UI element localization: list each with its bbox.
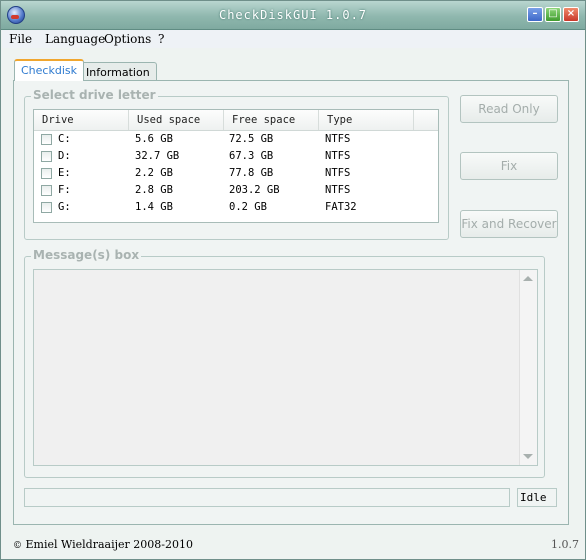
copyright-icon: © xyxy=(13,541,22,551)
app-window: CheckDiskGUI 1.0.7 – □ × File Language O… xyxy=(0,0,586,560)
drive-letter: D: xyxy=(58,150,71,162)
column-used-space[interactable]: Used space xyxy=(129,110,224,130)
column-free-space[interactable]: Free space xyxy=(224,110,319,130)
fs-type: FAT32 xyxy=(325,201,357,213)
used-space: 2.2 GB xyxy=(135,167,173,179)
free-space: 203.2 GB xyxy=(229,184,280,196)
drive-group-legend: Select drive letter xyxy=(31,88,158,102)
title-bar[interactable]: CheckDiskGUI 1.0.7 – □ × xyxy=(1,1,585,30)
copyright-line: © Emiel Wieldraaijer 2008-2010 xyxy=(13,538,193,551)
menu-file[interactable]: File xyxy=(9,32,32,46)
tab-information[interactable]: Information xyxy=(79,62,157,81)
checkdisk-panel: Select drive letter Drive Used space Fre… xyxy=(13,80,569,525)
drive-letter: G: xyxy=(58,201,71,213)
column-drive[interactable]: Drive xyxy=(34,110,129,130)
drive-checkbox[interactable] xyxy=(41,185,52,196)
drive-letter: F: xyxy=(58,184,71,196)
drive-letter: E: xyxy=(58,167,71,179)
scroll-up-icon[interactable] xyxy=(523,276,533,281)
drive-letter: C: xyxy=(58,133,71,145)
drive-list-header: Drive Used space Free space Type xyxy=(34,110,438,131)
maximize-button[interactable]: □ xyxy=(545,7,561,22)
used-space: 5.6 GB xyxy=(135,133,173,145)
used-space: 1.4 GB xyxy=(135,201,173,213)
free-space: 67.3 GB xyxy=(229,150,274,162)
free-space: 72.5 GB xyxy=(229,133,274,145)
fs-type: NTFS xyxy=(325,150,351,162)
column-type[interactable]: Type xyxy=(319,110,414,130)
menu-language[interactable]: Language xyxy=(45,32,105,46)
message-box[interactable] xyxy=(33,269,538,466)
message-group-legend: Message(s) box xyxy=(31,248,142,262)
minimize-button[interactable]: – xyxy=(527,7,543,22)
close-button[interactable]: × xyxy=(563,7,579,22)
used-space: 2.8 GB xyxy=(135,184,173,196)
message-scrollbar[interactable] xyxy=(519,270,537,465)
drive-row[interactable]: F: 2.8 GB 203.2 GB NTFS xyxy=(34,182,438,199)
copyright-text: Emiel Wieldraaijer 2008-2010 xyxy=(25,538,193,551)
scroll-down-icon[interactable] xyxy=(523,454,533,459)
fix-and-recover-button[interactable]: Fix and Recover xyxy=(460,210,558,238)
menu-options[interactable]: Options xyxy=(104,32,151,46)
read-only-button[interactable]: Read Only xyxy=(460,95,558,123)
fs-type: NTFS xyxy=(325,133,351,145)
status-text: Idle xyxy=(517,488,557,507)
fix-button[interactable]: Fix xyxy=(460,152,558,180)
drive-row[interactable]: G: 1.4 GB 0.2 GB FAT32 xyxy=(34,199,438,216)
used-space: 32.7 GB xyxy=(135,150,180,162)
version-label: 1.0.7 xyxy=(551,538,579,551)
drive-checkbox[interactable] xyxy=(41,151,52,162)
tab-checkdisk[interactable]: Checkdisk xyxy=(14,59,84,81)
drive-list[interactable]: Drive Used space Free space Type C: 5.6 … xyxy=(33,109,439,223)
drive-group: Select drive letter Drive Used space Fre… xyxy=(24,88,449,240)
window-title: CheckDiskGUI 1.0.7 xyxy=(218,8,368,22)
fs-type: NTFS xyxy=(325,167,351,179)
drive-row[interactable]: D: 32.7 GB 67.3 GB NTFS xyxy=(34,148,438,165)
free-space: 77.8 GB xyxy=(229,167,274,179)
message-group: Message(s) box xyxy=(24,248,545,478)
drive-checkbox[interactable] xyxy=(41,134,52,145)
menu-bar: File Language Options ? xyxy=(2,30,584,48)
fs-type: NTFS xyxy=(325,184,351,196)
free-space: 0.2 GB xyxy=(229,201,267,213)
drive-row[interactable]: C: 5.6 GB 72.5 GB NTFS xyxy=(34,131,438,148)
drive-row[interactable]: E: 2.2 GB 77.8 GB NTFS xyxy=(34,165,438,182)
progress-bar xyxy=(24,488,510,507)
drive-checkbox[interactable] xyxy=(41,168,52,179)
drive-checkbox[interactable] xyxy=(41,202,52,213)
column-spacer xyxy=(414,110,438,130)
menu-help[interactable]: ? xyxy=(158,32,164,46)
